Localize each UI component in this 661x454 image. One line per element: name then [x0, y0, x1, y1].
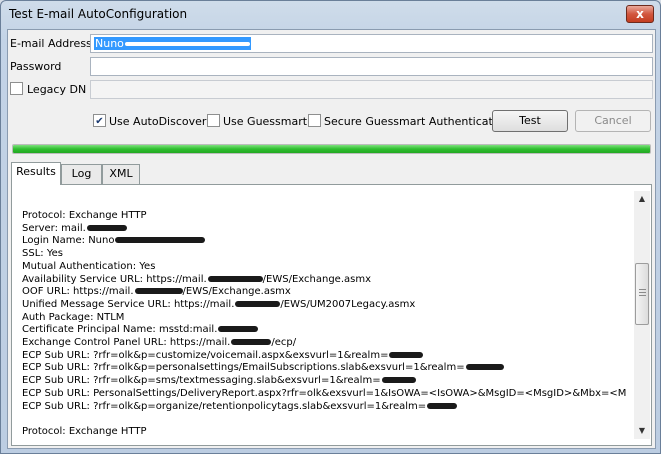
password-field[interactable] [90, 57, 653, 76]
legacy-dn-checkbox[interactable] [10, 82, 23, 95]
close-button[interactable]: x [626, 5, 654, 23]
use-guessmart-checkbox[interactable] [207, 114, 220, 127]
result-line: ECP Sub URL: ?rfr=olk&p=organize/retenti… [22, 401, 626, 414]
result-line: Protocol: Exchange HTTP [22, 425, 147, 437]
tab-log[interactable]: Log [61, 164, 102, 184]
results-text[interactable]: Protocol: Exchange HTTP Server: mail. Logi… [22, 210, 626, 440]
email-value: Nuno [94, 37, 251, 50]
secure-guessmart-label: Secure Guessmart Authentication [324, 115, 510, 128]
result-line: Exchange Control Panel URL: https://mail… [22, 337, 297, 349]
title-bar[interactable]: Test E-mail AutoConfiguration x [1, 1, 660, 29]
result-line: Server: mail. [22, 223, 626, 236]
email-label: E-mail Address [10, 37, 92, 50]
redacted-text-mark [427, 402, 458, 409]
password-label: Password [10, 60, 62, 73]
redacted-email-mark [124, 42, 250, 46]
result-line: ECP Sub URL: PersonalSettings/DeliveryRe… [22, 387, 626, 399]
redacted-text-mark [207, 275, 263, 282]
redacted-text-mark [115, 237, 206, 244]
tab-results[interactable]: Results [11, 162, 61, 185]
redacted-text-mark [231, 339, 272, 346]
redacted-text-mark [218, 326, 259, 333]
redacted-text-mark [86, 224, 127, 231]
close-icon: x [636, 7, 644, 21]
scroll-down-icon[interactable]: ▼ [634, 423, 650, 439]
redacted-text-mark [389, 351, 424, 358]
email-field[interactable]: Nuno [90, 34, 653, 53]
progress-bar [12, 144, 651, 154]
result-line: Login Name: Nuno [22, 235, 626, 248]
progress-fill [13, 145, 650, 153]
result-line: Protocol: Exchange HTTP [22, 210, 147, 221]
result-line: Availability Service URL: https://mail. /… [22, 273, 372, 285]
results-panel: Protocol: Exchange HTTP Server: mail. Logi… [11, 184, 652, 446]
redacted-text-mark [134, 288, 183, 295]
result-line: Unified Message Service URL: https://mai… [22, 298, 416, 310]
use-autodiscover-checkbox[interactable] [93, 114, 106, 127]
use-guessmart-label: Use Guessmart [223, 115, 308, 128]
scroll-thumb[interactable] [635, 263, 649, 325]
result-line: Mutual Authentication: Yes [22, 260, 156, 272]
legacy-dn-field [90, 80, 653, 99]
dialog-body: E-mail Address Nuno Password Legacy DN U… [7, 29, 656, 449]
result-line: OOF URL: https://mail./EWS/Exchange.asmx [22, 286, 291, 298]
result-line: Auth Package: NTLM [22, 311, 125, 323]
result-line: Certificate Principal Name: msstd:mail. [22, 324, 626, 337]
tab-xml[interactable]: XML [102, 164, 140, 184]
redacted-text-mark [381, 377, 416, 384]
test-button[interactable]: Test [492, 110, 568, 132]
result-line: ECP Sub URL: ?rfr=olk&p=personalsettings… [22, 362, 626, 375]
result-line: SSL: Yes [22, 248, 63, 260]
cancel-button[interactable]: Cancel [575, 110, 651, 132]
result-line: ECP Sub URL: ?rfr=olk&p=customize/voicem… [22, 350, 626, 363]
vertical-scrollbar[interactable]: ▲ ▼ [634, 191, 650, 439]
result-line: ECP Sub URL: ?rfr=olk&p=sms/textmessagin… [22, 375, 626, 388]
scroll-up-icon[interactable]: ▲ [634, 191, 650, 207]
redacted-text-mark [235, 300, 281, 307]
use-autodiscover-label: Use AutoDiscover [109, 115, 207, 128]
secure-guessmart-checkbox[interactable] [308, 114, 321, 127]
redacted-text-mark [465, 364, 504, 371]
window-title: Test E-mail AutoConfiguration [9, 7, 188, 21]
test-email-autoconfig-window: Test E-mail AutoConfiguration x E-mail A… [0, 0, 661, 454]
result-line [22, 413, 626, 426]
legacy-dn-label: Legacy DN [27, 83, 87, 96]
